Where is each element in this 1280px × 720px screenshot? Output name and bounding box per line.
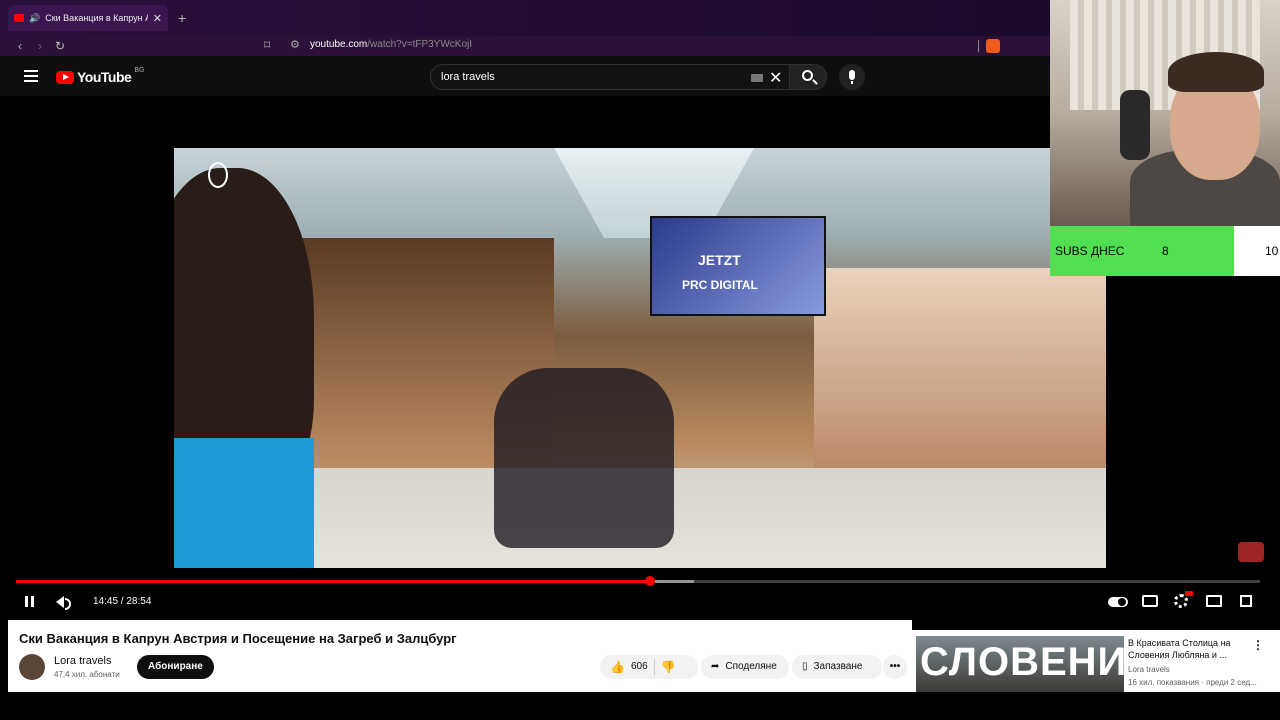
search-icon [802, 70, 813, 81]
save-button[interactable]: ▯ Запазване [792, 655, 882, 679]
webcam-person-hair [1168, 52, 1264, 92]
subtitles-icon[interactable] [1142, 595, 1158, 607]
url-path: /watch?v=tFP3YWcKojI [367, 39, 473, 50]
browser-tab[interactable]: 🔊 Ски Ваканция в Капрун Австр ✕ [8, 5, 168, 31]
ad-screen-line2: PRC DIGITAL [682, 278, 758, 292]
forward-icon[interactable]: › [30, 39, 50, 53]
video-frame[interactable]: JETZT PRC DIGITAL [174, 148, 1106, 568]
share-button[interactable]: ➦ Споделяне [701, 655, 789, 679]
tab-title: Ски Ваканция в Капрун Австр [45, 13, 148, 23]
screen: 🔊 Ски Ваканция в Капрун Австр ✕ + ‹ › ↻ … [0, 0, 1280, 720]
like-count[interactable]: 606 [631, 655, 648, 679]
search-query: lora travels [441, 71, 495, 83]
bookmark-save-icon: ▯ [802, 661, 808, 672]
youtube-favicon-icon [14, 14, 24, 22]
subs-goal-widget: SUBS ДНЕС 8 10 [1050, 226, 1280, 276]
recommended-channel[interactable]: Lora travels [1128, 665, 1170, 674]
recommended-video[interactable]: СЛОВЕНИЯ В Красивата Столица на Словения… [912, 630, 1280, 692]
toolbar-divider [978, 40, 979, 52]
autoplay-toggle[interactable] [1108, 597, 1128, 607]
keyboard-icon[interactable] [751, 74, 763, 82]
menu-icon[interactable] [24, 70, 38, 82]
share-label: Споделяне [725, 661, 777, 672]
recommended-title[interactable]: В Красивата Столица на Словения Любляна … [1128, 637, 1252, 661]
channel-name[interactable]: Lora travels [54, 655, 111, 667]
fullscreen-icon[interactable] [1240, 595, 1252, 607]
brave-shield-icon[interactable] [986, 39, 1000, 53]
back-icon[interactable]: ‹ [10, 39, 30, 53]
like-icon[interactable]: 👍 [610, 655, 625, 679]
thumbnail-text: СЛОВЕНИЯ [920, 640, 1124, 684]
theater-mode-icon[interactable] [1206, 595, 1222, 607]
pause-button[interactable] [24, 592, 36, 612]
logo-text: YouTube [77, 69, 132, 85]
ad-screen-line1: JETZT [698, 252, 741, 268]
subscribe-watermark-icon[interactable] [1238, 542, 1264, 562]
new-tab-button[interactable]: + [178, 10, 186, 26]
search-input[interactable]: lora travels ✕ [430, 64, 790, 90]
address-bar: ‹ › ↻ ⌑ ⚙ youtube.com/watch?v=tFP3YWcKoj… [0, 36, 1052, 56]
subs-label: SUBS ДНЕС [1055, 244, 1125, 258]
subs-current: 8 [1162, 244, 1169, 258]
webcam-chair [1120, 90, 1150, 160]
more-actions-button[interactable]: ••• [883, 655, 907, 679]
save-label: Запазване [813, 661, 863, 672]
dislike-icon[interactable]: 👎 [661, 655, 676, 679]
video-title: Ски Ваканция в Капрун Австрия и Посещени… [19, 631, 457, 646]
channel-avatar[interactable] [19, 654, 45, 680]
played-bar [16, 580, 651, 583]
video-ad-screen: JETZT PRC DIGITAL [650, 216, 826, 316]
voice-search-button[interactable] [839, 64, 865, 90]
clear-search-icon[interactable]: ✕ [769, 68, 782, 88]
webcam-overlay [1050, 0, 1280, 226]
time-display: 14:45 / 28:54 [93, 596, 152, 607]
close-tab-icon[interactable]: ✕ [153, 12, 162, 25]
like-dislike-group: 👍 606 👎 [600, 655, 698, 679]
subscriber-count: 47,4 хил. абонати [54, 670, 120, 679]
share-icon: ➦ [711, 661, 720, 672]
recommended-meta: 16 хил. показвания · преди 2 сед... [1128, 678, 1257, 687]
settings-gear-icon[interactable] [1174, 591, 1193, 608]
recommended-thumbnail[interactable]: СЛОВЕНИЯ [916, 636, 1124, 692]
video-people [494, 368, 674, 548]
youtube-logo[interactable]: YouTube BG [56, 66, 145, 85]
video-foreground-shirt [174, 438, 314, 568]
scrubber-handle[interactable] [645, 576, 656, 586]
youtube-play-icon [56, 70, 74, 84]
url-field[interactable]: youtube.com/watch?v=tFP3YWcKojI [310, 39, 472, 50]
like-divider [653, 659, 655, 675]
volume-button[interactable] [56, 592, 72, 612]
video-info: Ски Ваканция в Капрун Австрия и Посещени… [8, 620, 912, 692]
progress-bar[interactable] [16, 576, 1260, 586]
url-host: youtube.com [310, 39, 368, 50]
subscribe-button[interactable]: Абониране [137, 655, 214, 679]
speaker-icon: 🔊 [29, 12, 41, 23]
country-code: BG [134, 66, 145, 74]
recommended-menu-icon[interactable]: ⋮ [1252, 638, 1264, 652]
site-settings-icon[interactable]: ⚙ [290, 38, 300, 51]
youtube-header: YouTube BG lora travels ✕ [0, 56, 1052, 96]
browser-tab-bar: 🔊 Ски Ваканция в Капрун Австр ✕ + [0, 0, 1052, 36]
reload-icon[interactable]: ↻ [50, 39, 70, 53]
search-button[interactable] [789, 64, 827, 90]
bookmark-icon[interactable]: ⌑ [264, 38, 270, 52]
location-pin-icon [208, 162, 228, 188]
subs-goal: 10 [1265, 244, 1279, 258]
